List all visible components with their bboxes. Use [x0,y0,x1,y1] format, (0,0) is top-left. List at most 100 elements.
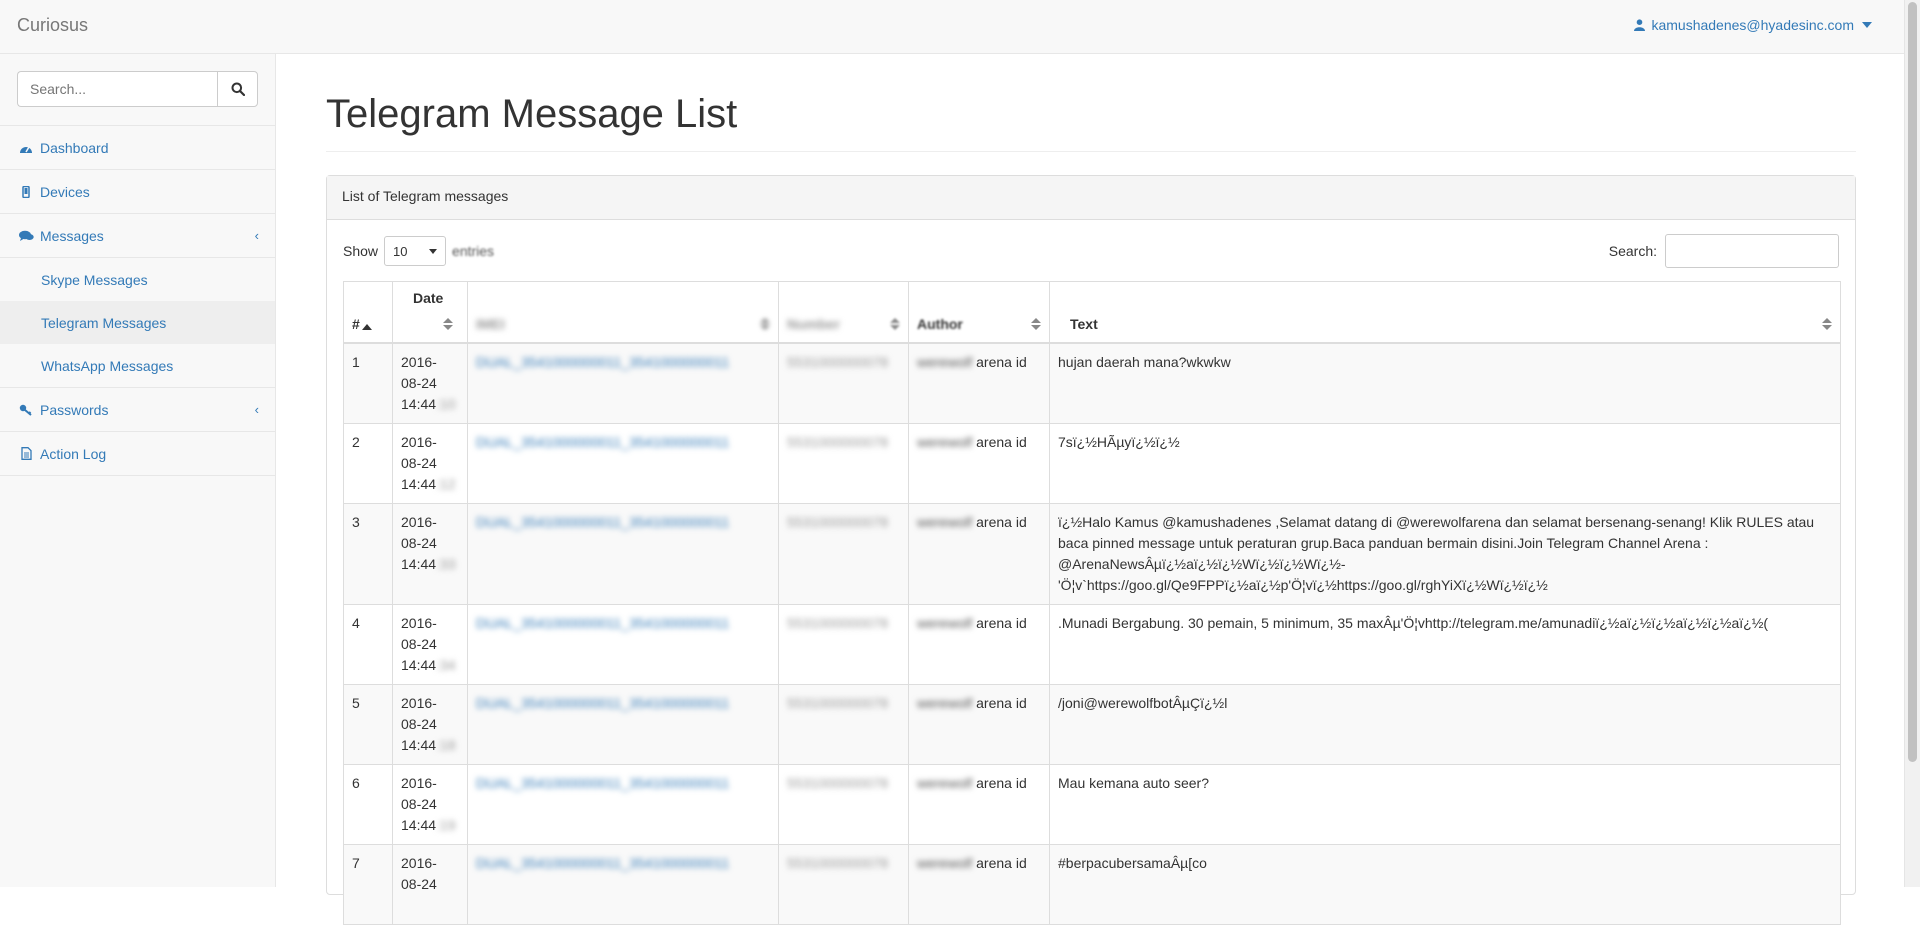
page-scrollbar[interactable] [1904,0,1920,887]
cell-date: 2016- 08-24 14:44:18 [392,683,468,765]
mobile-icon [18,185,34,198]
row-number: 3 [352,513,360,530]
sidebar-item-action-log[interactable]: Action Log [0,432,275,476]
sidebar-item-skype-messages[interactable]: Skype Messages [0,258,275,301]
column-header-text[interactable]: Text [1049,281,1841,344]
date-hour: 14:44 [401,475,437,492]
messages-panel: List of Telegram messages Show 10 entrie… [326,175,1856,925]
column-header-label: Text [1070,315,1098,332]
cell-date: 2016- 08-24 14:44:34 [392,603,468,685]
page-title: Telegram Message List [326,92,738,136]
sort-icon [1031,317,1041,330]
sidebar-search-input[interactable] [17,71,217,107]
table-body: 1 2016- 08-24 14:44:10 DUAL_3541000000011_35… [343,342,1841,925]
messages-table: # Date IMEI Number Author Text 1 2016- 0… [343,281,1841,925]
user-icon [1634,19,1646,31]
sidebar-item-devices[interactable]: Devices [0,170,275,214]
column-header-label: Date [413,290,444,306]
sidebar-item-label: Devices [40,183,90,200]
table-search-input[interactable] [1665,234,1839,268]
table-row[interactable]: 4 2016- 08-24 14:44:34 DUAL_3541000000011_35… [343,603,1841,685]
column-header-label: Number [787,315,840,332]
table-row[interactable]: 2 2016- 08-24 14:44:12 DUAL_3541000000011_35… [343,422,1841,504]
comments-icon [18,230,34,242]
cell-imei[interactable]: DUAL_3541000000011_3541000000011 [467,843,779,925]
imei-link[interactable]: DUAL_3541000000011_3541000000011 [476,434,729,450]
sort-ascending-icon [362,323,372,330]
sidebar-item-telegram-messages[interactable]: Telegram Messages [0,301,275,344]
message-text: Mau kemana auto seer? [1058,774,1209,791]
user-email: kamushadenes@hyadesinc.com [1651,17,1854,33]
table-row[interactable]: 7 2016- 08-24 DUAL_3541000000011_3541000000… [343,843,1841,925]
entries-select-value: 10 [393,243,408,259]
sidebar-item-dashboard[interactable]: Dashboard [0,126,275,170]
message-text: /joni@werewolfbotÂµÇï¿½l [1058,694,1228,711]
cell-date: 2016- 08-24 14:44:19 [392,763,468,845]
table-row[interactable]: 1 2016- 08-24 14:44:10 DUAL_3541000000011_35… [343,342,1841,424]
scrollbar-thumb[interactable] [1908,2,1917,762]
imei-link[interactable]: DUAL_3541000000011_3541000000011 [476,354,729,370]
date-day: 08-24 [401,374,437,391]
date-hour: 14:44 [401,736,437,753]
cell-number: 5531000000078 [778,502,909,605]
date-time: 14:44:34 [401,655,459,676]
sidebar-item-whatsapp-messages[interactable]: WhatsApp Messages [0,344,275,387]
column-header-imei[interactable]: IMEI [467,281,779,344]
column-header-label: # [352,315,360,332]
table-row[interactable]: 5 2016- 08-24 14:44:18 DUAL_3541000000011_35… [343,683,1841,765]
cell-imei[interactable]: DUAL_3541000000011_3541000000011 [467,342,779,424]
imei-link[interactable]: DUAL_3541000000011_3541000000011 [476,695,729,711]
cell-imei[interactable]: DUAL_3541000000011_3541000000011 [467,603,779,685]
date-time: 14:44:12 [401,474,459,495]
sort-icon [1822,317,1832,330]
author-name-blurred: werewolf [917,854,973,871]
chevron-left-icon: ‹ [254,402,259,417]
author-name-blurred: werewolf [917,513,973,530]
cell-date: 2016- 08-24 14:44:10 [392,342,468,424]
date-time: 14:44:18 [401,735,459,756]
column-header-date[interactable]: Date [392,281,468,344]
chevron-left-icon: ‹ [254,228,259,243]
cell-number: 5531000000078 [778,683,909,765]
imei-link[interactable]: DUAL_3541000000011_3541000000011 [476,615,729,631]
imei-link[interactable]: DUAL_3541000000011_3541000000011 [476,514,729,530]
cell-imei[interactable]: DUAL_3541000000011_3541000000011 [467,422,779,504]
sidebar-item-messages[interactable]: Messages ‹ [0,214,275,258]
table-row[interactable]: 3 2016- 08-24 14:44:33 DUAL_3541000000011_35… [343,502,1841,605]
file-icon [18,447,34,460]
date-seconds: :10 [436,395,456,412]
table-search-label: Search: [1608,243,1657,259]
imei-link[interactable]: DUAL_3541000000011_3541000000011 [476,855,729,871]
author-name-blurred: werewolf [917,433,973,450]
dashboard-icon [18,142,34,154]
cell-date: 2016- 08-24 14:44:33 [392,502,468,605]
column-header-author[interactable]: Author [908,281,1050,344]
date-day: 08-24 [401,715,437,732]
search-icon [231,82,245,96]
date-hour: 14:44 [401,656,437,673]
cell-num: 5 [343,683,393,765]
message-text: hujan daerah mana?wkwkw [1058,353,1231,370]
chevron-down-icon [429,248,438,254]
brand-logo[interactable]: Curiosus [17,15,88,36]
sidebar-item-label: Action Log [40,445,107,462]
entries-select[interactable]: 10 [384,236,447,266]
cell-imei[interactable]: DUAL_3541000000011_3541000000011 [467,763,779,845]
column-header-num[interactable]: # [343,281,393,344]
cell-imei[interactable]: DUAL_3541000000011_3541000000011 [467,683,779,765]
date-time: 14:44:33 [401,554,459,575]
table-row[interactable]: 6 2016- 08-24 14:44:19 DUAL_3541000000011_35… [343,763,1841,845]
date-day: 08-24 [401,534,437,551]
search-button[interactable] [217,71,258,107]
author-name: arena id [972,854,1027,871]
messages-submenu: Skype Messages Telegram Messages WhatsAp… [0,258,275,388]
cell-imei[interactable]: DUAL_3541000000011_3541000000011 [467,502,779,605]
user-menu[interactable]: kamushadenes@hyadesinc.com [1634,17,1872,33]
sidebar-item-passwords[interactable]: Passwords ‹ [0,388,275,432]
sort-icon [760,317,770,330]
sidebar-item-label: Passwords [40,401,109,418]
imei-link[interactable]: DUAL_3541000000011_3541000000011 [476,775,729,791]
cell-num: 7 [343,843,393,925]
cell-number: 5531000000078 [778,422,909,504]
column-header-number[interactable]: Number [778,281,909,344]
